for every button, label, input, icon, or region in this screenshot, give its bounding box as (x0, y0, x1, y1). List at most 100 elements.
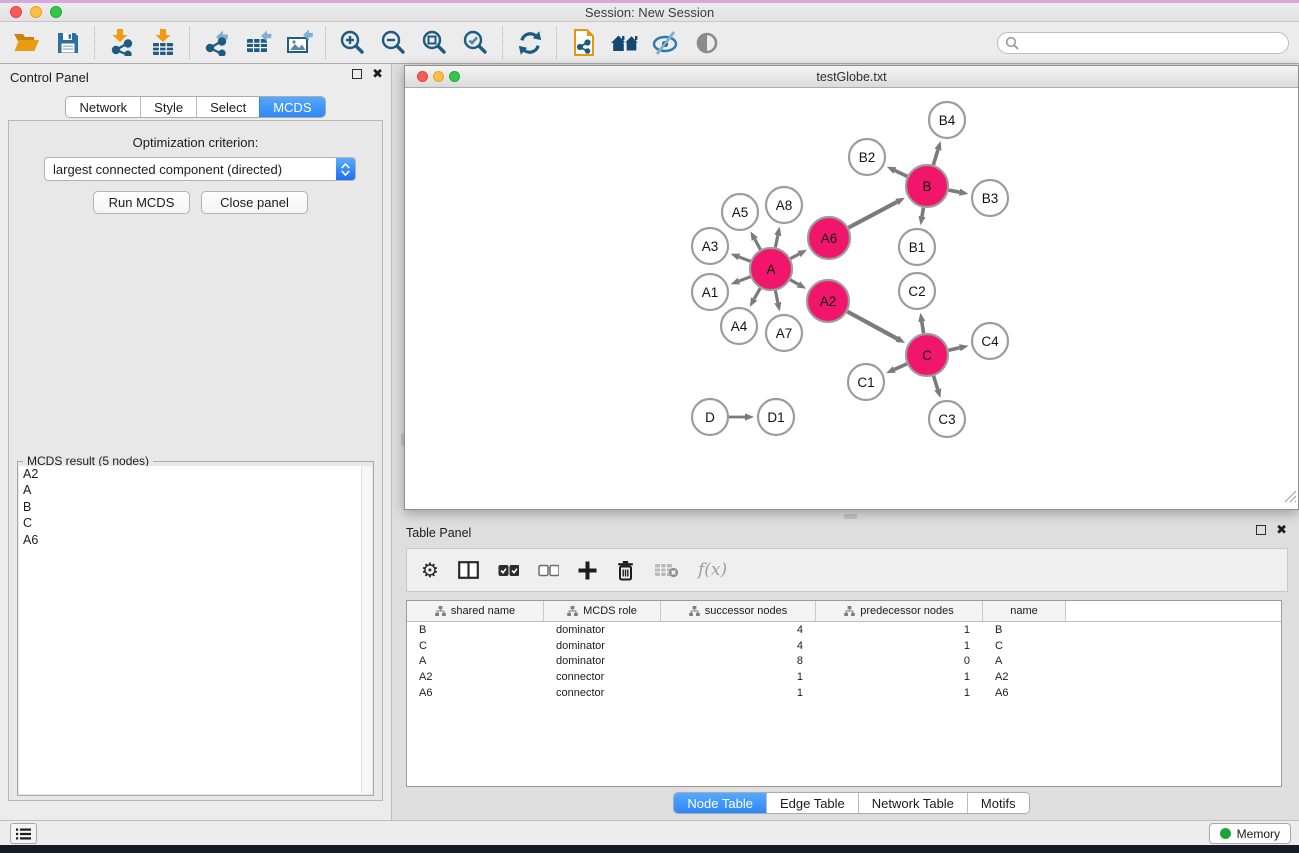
export-network-icon[interactable] (196, 25, 237, 61)
network-view-window[interactable]: testGlobe.txt B4B2BB3A5A8A6A3B1AA1C2A2A4… (404, 65, 1299, 510)
edge-A-A4[interactable] (754, 288, 760, 299)
delete-column-icon[interactable] (616, 560, 635, 581)
edge-A2-C[interactable] (847, 312, 897, 339)
edge-C-C1[interactable] (894, 364, 907, 370)
node-A7[interactable]: A7 (766, 315, 802, 351)
tab-network[interactable]: Network (66, 97, 140, 117)
criterion-dropdown[interactable]: largest connected component (directed) (44, 157, 356, 181)
memory-button[interactable]: Memory (1209, 823, 1291, 844)
result-list-item[interactable]: A (19, 482, 372, 498)
select-all-icon[interactable] (498, 564, 519, 577)
result-list-item[interactable]: A6 (19, 532, 372, 548)
tab-motifs[interactable]: Motifs (967, 793, 1029, 813)
window-titlebar[interactable]: Session: New Session (0, 3, 1299, 22)
task-history-button[interactable] (10, 823, 37, 844)
result-scrollbar[interactable] (361, 466, 372, 794)
column-header-name[interactable]: name (983, 601, 1066, 621)
node-D1[interactable]: D1 (758, 399, 794, 435)
edge-A-A8[interactable] (775, 235, 777, 247)
export-image-icon[interactable] (278, 25, 319, 61)
node-A5[interactable]: A5 (722, 194, 758, 230)
edge-B-B4[interactable] (933, 150, 938, 165)
edge-A-A1[interactable] (739, 277, 750, 281)
float-panel-icon[interactable] (352, 69, 362, 79)
show-half-icon[interactable] (686, 25, 727, 61)
split-view-icon[interactable] (458, 561, 479, 579)
network-canvas[interactable]: B4B2BB3A5A8A6A3B1AA1C2A2A4A7C4CC1C3DD1 (405, 88, 1298, 509)
node-A8[interactable]: A8 (766, 187, 802, 223)
import-network-icon[interactable] (101, 25, 142, 61)
node-A3[interactable]: A3 (692, 228, 728, 264)
zoom-selected-icon[interactable] (455, 25, 496, 61)
edge-A-A5[interactable] (755, 239, 761, 249)
refresh-view-icon[interactable] (509, 25, 550, 61)
edge-A6-B[interactable] (848, 202, 897, 228)
clone-network-icon[interactable] (563, 25, 604, 61)
column-header-shared-name[interactable]: shared name (407, 601, 544, 621)
table-row[interactable]: Bdominator41B (407, 622, 1281, 638)
result-list-item[interactable]: A2 (19, 466, 372, 482)
node-A1[interactable]: A1 (692, 274, 728, 310)
export-table-icon[interactable] (237, 25, 278, 61)
node-B2[interactable]: B2 (849, 139, 885, 175)
table-row[interactable]: A6connector11A6 (407, 685, 1281, 701)
node-A2[interactable]: A2 (807, 280, 849, 322)
zoom-in-icon[interactable] (332, 25, 373, 61)
edge-B-B2[interactable] (895, 170, 907, 176)
node-C1[interactable]: C1 (848, 364, 884, 400)
node-C4[interactable]: C4 (972, 323, 1008, 359)
table-row[interactable]: Adominator80A (407, 653, 1281, 669)
node-B3[interactable]: B3 (972, 180, 1008, 216)
node-B[interactable]: B (906, 165, 948, 207)
hide-others-icon[interactable] (645, 25, 686, 61)
node-C[interactable]: C (906, 334, 948, 376)
edge-C-C3[interactable] (934, 376, 938, 389)
tab-edge-table[interactable]: Edge Table (766, 793, 858, 813)
node-C3[interactable]: C3 (929, 401, 965, 437)
close-panel-button[interactable]: Close panel (201, 191, 308, 214)
edge-A-A7[interactable] (775, 291, 777, 303)
tab-network-table[interactable]: Network Table (858, 793, 967, 813)
node-C2[interactable]: C2 (899, 273, 935, 309)
result-list-item[interactable]: B (19, 499, 372, 515)
node-table[interactable]: shared nameMCDS rolesuccessor nodesprede… (406, 600, 1282, 787)
run-mcds-button[interactable]: Run MCDS (93, 191, 190, 214)
edge-C-C2[interactable] (922, 322, 924, 334)
deselect-all-icon[interactable] (538, 564, 559, 577)
home-view-icon[interactable] (604, 25, 645, 61)
node-B4[interactable]: B4 (929, 102, 965, 138)
open-file-icon[interactable] (6, 25, 47, 61)
close-panel-icon[interactable]: ✖ (372, 69, 383, 79)
node-B1[interactable]: B1 (899, 229, 935, 265)
table-row[interactable]: A2connector11A2 (407, 669, 1281, 685)
node-A4[interactable]: A4 (721, 308, 757, 344)
tab-style[interactable]: Style (140, 97, 196, 117)
float-table-panel-icon[interactable] (1256, 525, 1266, 535)
delete-table-icon[interactable] (654, 562, 679, 578)
column-header-predecessor-nodes[interactable]: predecessor nodes (816, 601, 983, 621)
tab-mcds[interactable]: MCDS (259, 97, 324, 117)
resize-grip-icon[interactable] (1284, 490, 1297, 508)
tab-select[interactable]: Select (196, 97, 259, 117)
result-list-item[interactable]: C (19, 515, 372, 531)
edge-A-A6[interactable] (790, 254, 799, 259)
edge-A-A3[interactable] (739, 257, 750, 261)
mcds-result-list[interactable]: A2ABCA6 (19, 466, 372, 794)
tab-node-table[interactable]: Node Table (674, 793, 766, 813)
column-header-successor-nodes[interactable]: successor nodes (661, 601, 816, 621)
network-window-titlebar[interactable]: testGlobe.txt (405, 66, 1298, 88)
node-A[interactable]: A (750, 248, 792, 290)
desktop-scrollbar-horizontal[interactable] (844, 514, 857, 519)
edge-C-C4[interactable] (948, 348, 959, 351)
edge-B-B3[interactable] (949, 190, 960, 192)
add-column-icon[interactable] (578, 561, 597, 580)
table-row[interactable]: Cdominator41C (407, 638, 1281, 654)
close-table-panel-icon[interactable]: ✖ (1276, 525, 1287, 535)
zoom-out-icon[interactable] (373, 25, 414, 61)
column-header-MCDS-role[interactable]: MCDS role (544, 601, 661, 621)
zoom-fit-icon[interactable] (414, 25, 455, 61)
table-settings-icon[interactable]: ⚙ (421, 558, 439, 582)
network-graph[interactable]: B4B2BB3A5A8A6A3B1AA1C2A2A4A7C4CC1C3DD1 (405, 88, 1298, 509)
node-D[interactable]: D (692, 399, 728, 435)
search-input[interactable] (997, 32, 1289, 54)
